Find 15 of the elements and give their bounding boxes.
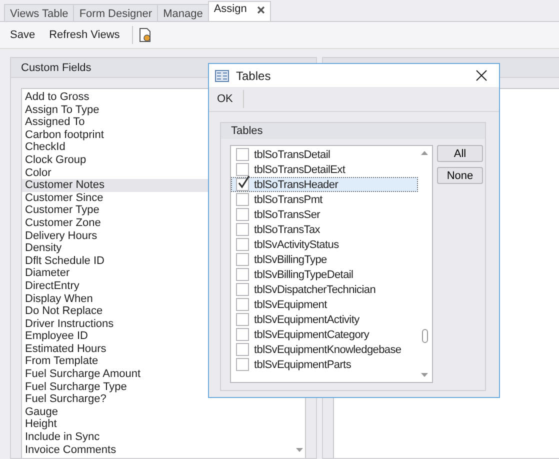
table-name: tblSoTransDetail <box>254 148 330 160</box>
table-name: tblSvBillingType <box>254 254 327 266</box>
table-name: tblSoTransTax <box>254 224 320 236</box>
table-name: tblSvEquipmentActivity <box>254 314 360 326</box>
table-name: tblSvEquipmentKnowledgebase <box>254 344 402 356</box>
table-name: tblSoTransSer <box>254 208 320 220</box>
group-title: Tables <box>221 123 485 139</box>
table-name: tblSvEquipmentCategory <box>254 328 370 340</box>
table-name: tblSvBillingTypeDetail <box>254 268 354 280</box>
table-name: tblSvEquipment <box>254 298 327 310</box>
table-name: tblSvEquipmentParts <box>254 358 352 370</box>
table-name: tblSvDispatcherTechnician <box>254 284 376 296</box>
table-name: tblSoTransPmt <box>254 194 322 206</box>
table-name: tblSoTransDetailExt <box>254 164 346 176</box>
table-name: tblSvActivityStatus <box>254 238 339 250</box>
